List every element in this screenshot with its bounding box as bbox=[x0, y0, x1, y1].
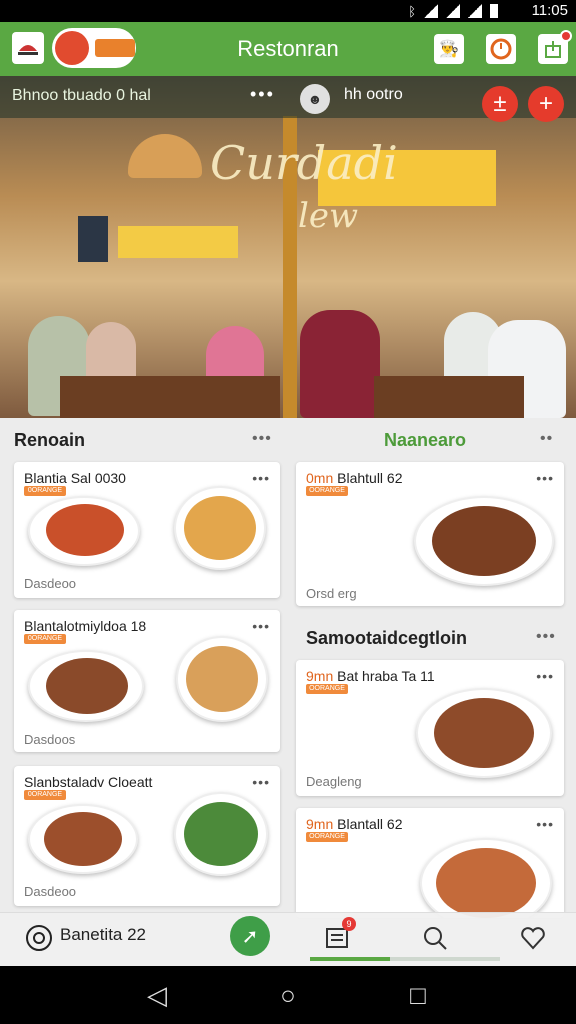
hero-strip-label-2: hh ootro bbox=[344, 86, 403, 103]
diner-image bbox=[300, 310, 380, 418]
chef-icon[interactable]: 👨‍🍳 bbox=[434, 34, 464, 64]
dish-tag: 0ORANGE bbox=[24, 790, 66, 800]
status-icons: ᛒ bbox=[408, 4, 498, 19]
home-icon[interactable]: ○ bbox=[273, 980, 303, 1010]
bluetooth-icon: ᛒ bbox=[408, 4, 416, 19]
dish-tag: OORANGE bbox=[306, 684, 348, 694]
status-bar: ᛒ 11:05 bbox=[0, 0, 576, 22]
dish-footer: Deagleng bbox=[306, 774, 362, 789]
search-icon[interactable] bbox=[420, 923, 450, 953]
table-image-2 bbox=[374, 376, 524, 418]
dish-card[interactable]: Slanbstaladv Cloeatt 0ORANGE ••• Dasdeoo bbox=[14, 766, 280, 906]
timer-icon[interactable] bbox=[486, 34, 516, 64]
dish-title: Blantia Sal 0030 bbox=[24, 470, 126, 486]
back-icon[interactable]: ◁ bbox=[142, 980, 172, 1010]
dish-title: Slanbstaladv Cloeatt bbox=[24, 774, 153, 790]
section-title-left: Renoain bbox=[14, 430, 86, 450]
dish-footer: Dasdeoo bbox=[24, 576, 77, 591]
add-button[interactable]: + bbox=[528, 86, 564, 122]
app-bar: Restonran 👨‍🍳 bbox=[0, 22, 576, 76]
hero-strip-label: Bhnoo tbuado 0 hal bbox=[12, 87, 151, 104]
wifi-icon bbox=[424, 4, 438, 18]
more-icon[interactable]: ••• bbox=[536, 816, 554, 832]
dish-tag: OORANGE bbox=[306, 486, 348, 496]
section-title-right-2: Samootaidcegtloin bbox=[306, 628, 468, 648]
dish-card[interactable]: 9mn Blantall 62 OORANGE ••• bbox=[296, 808, 564, 918]
table-image bbox=[60, 376, 280, 418]
noodle-image bbox=[186, 646, 258, 712]
share-icon[interactable] bbox=[538, 30, 572, 64]
dish-card[interactable]: 0mn Blahtull 62 OORANGE ••• Orsd erg bbox=[296, 462, 564, 606]
meat-image bbox=[46, 658, 128, 714]
more-icon[interactable]: ••• bbox=[536, 628, 556, 646]
meat-image bbox=[44, 812, 122, 866]
signal-icon bbox=[446, 4, 460, 18]
dish-title: Blantalotmiyldoa 18 bbox=[24, 618, 147, 634]
dish-footer: Orsd erg bbox=[306, 586, 357, 601]
more-icon[interactable]: ••• bbox=[252, 618, 270, 634]
hero-banner: Curdadi lew Bhnoo tbuado 0 hal ••• ☻ hh … bbox=[0, 76, 576, 418]
noodle-image bbox=[184, 496, 256, 560]
signal-icon-2 bbox=[468, 4, 482, 18]
noodle-image bbox=[436, 848, 536, 918]
sign-image bbox=[118, 226, 238, 258]
dish-tag: 0ORANGE bbox=[24, 486, 66, 496]
bottom-left-label: Banetita 22 bbox=[60, 925, 147, 944]
meat-image bbox=[432, 506, 536, 576]
add-alt-button[interactable]: ± bbox=[482, 86, 518, 122]
dish-card[interactable]: Blantalotmiyldoa 18 0ORANGE ••• Dasdoos bbox=[14, 610, 280, 752]
dish-title: 9mn Bat hraba Ta 11 bbox=[306, 668, 435, 684]
recents-icon[interactable]: □ bbox=[403, 980, 433, 1010]
record-icon[interactable] bbox=[24, 923, 54, 953]
dish-tag: 0ORANGE bbox=[24, 634, 66, 644]
greens-image bbox=[184, 802, 258, 866]
dish-tag: OORANGE bbox=[306, 832, 348, 842]
progress-fill bbox=[310, 957, 390, 961]
pasta-image bbox=[46, 504, 124, 556]
list-icon[interactable]: 9 bbox=[322, 917, 356, 953]
hero-script-subtitle: lew bbox=[298, 196, 359, 236]
more-icon[interactable]: ••• bbox=[252, 430, 272, 448]
status-time: 11:05 bbox=[531, 2, 568, 19]
navigate-button[interactable]: ➚ bbox=[230, 916, 270, 956]
character-icon[interactable]: ☻ bbox=[300, 84, 330, 114]
hero-script-title: Curdadi bbox=[210, 136, 398, 190]
more-icon[interactable]: ••• bbox=[536, 668, 554, 684]
lamp-image bbox=[128, 134, 202, 178]
more-icon[interactable]: ••• bbox=[250, 84, 275, 105]
notification-badge: 9 bbox=[342, 917, 356, 931]
stew-image bbox=[434, 698, 534, 768]
more-icon[interactable]: ••• bbox=[536, 470, 554, 486]
heart-icon[interactable] bbox=[518, 923, 548, 953]
battery-icon bbox=[490, 4, 498, 18]
section-title-right: Naanearo bbox=[384, 430, 467, 450]
more-icon[interactable]: •• bbox=[540, 430, 553, 448]
dish-footer: Dasdeoo bbox=[24, 884, 77, 899]
notification-dot bbox=[560, 30, 572, 42]
dish-card[interactable]: Blantia Sal 0030 0ORANGE ••• Dasdeoo bbox=[14, 462, 280, 598]
more-icon[interactable]: ••• bbox=[252, 774, 270, 790]
more-icon[interactable]: ••• bbox=[252, 470, 270, 486]
progress-bar bbox=[310, 957, 500, 961]
dish-title: 9mn Blantall 62 bbox=[306, 816, 403, 832]
tv-image bbox=[78, 216, 108, 262]
dish-footer: Dasdoos bbox=[24, 732, 76, 747]
dish-title: 0mn Blahtull 62 bbox=[306, 470, 403, 486]
system-nav-bar: ◁ ○ □ bbox=[0, 966, 576, 1024]
dish-card[interactable]: 9mn Bat hraba Ta 11 OORANGE ••• Deagleng bbox=[296, 660, 564, 796]
